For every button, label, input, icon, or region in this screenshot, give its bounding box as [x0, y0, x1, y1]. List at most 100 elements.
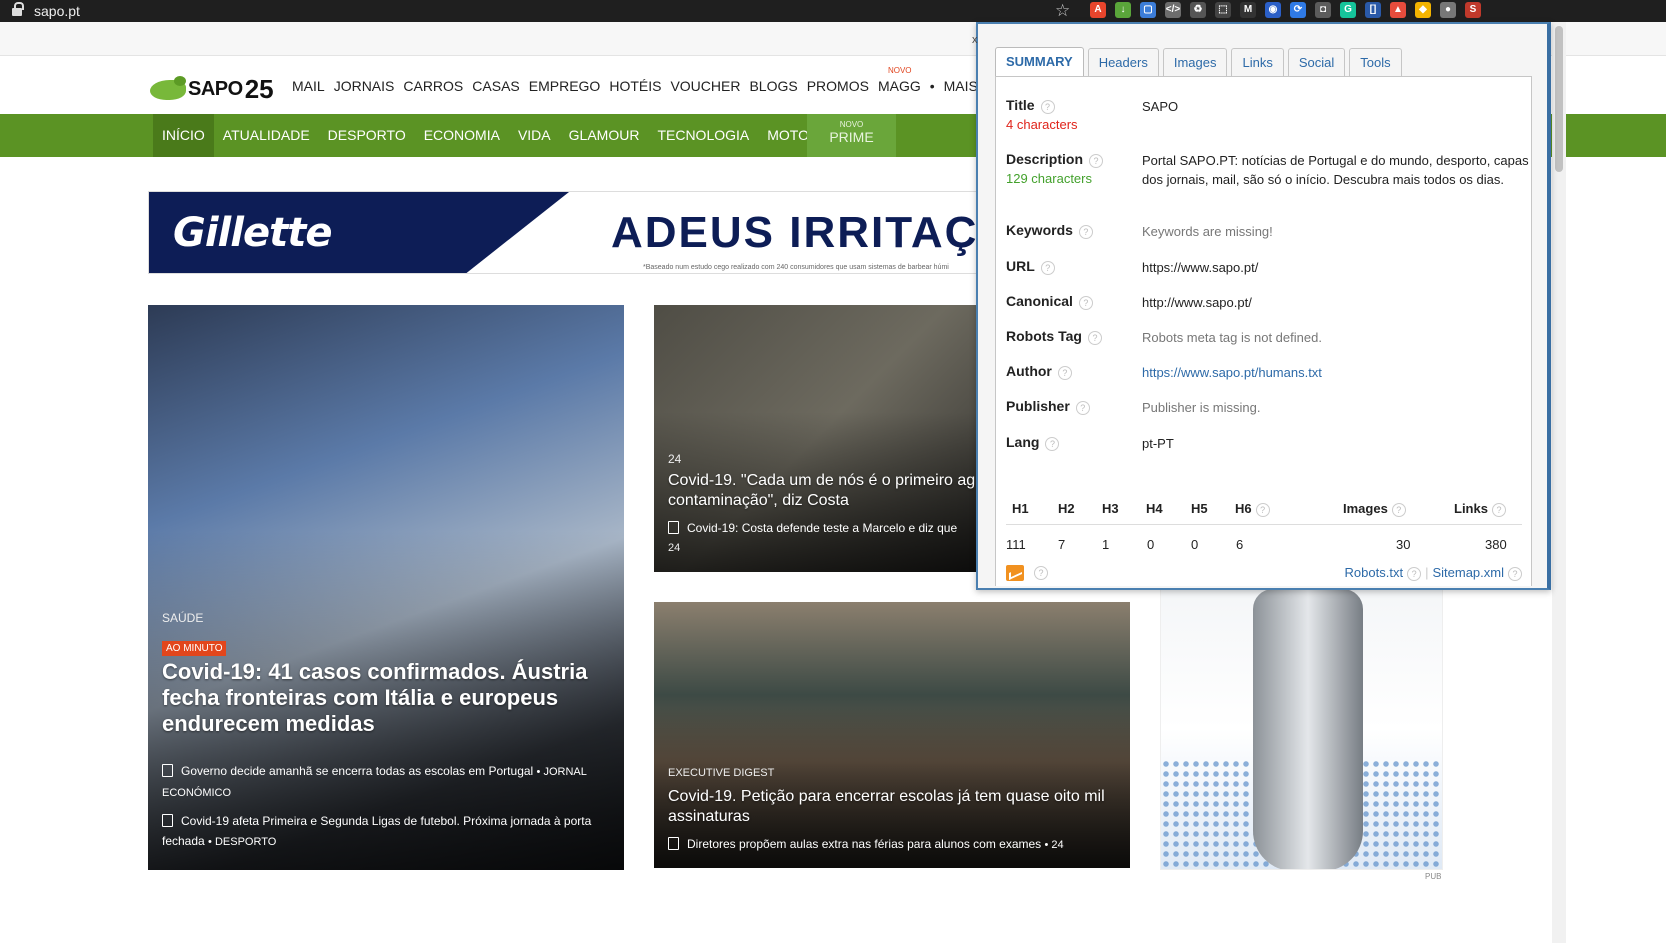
robots-txt-link[interactable]: Robots.txt: [1345, 565, 1404, 580]
summary-content: Title? 4 characters SAPO Description? 12…: [995, 76, 1532, 586]
top-menu: MAIL JORNAIS CARROS CASAS EMPREGO HOTÉIS VOUCH…: [292, 66, 994, 95]
tab-social[interactable]: Social: [1287, 48, 1346, 76]
help-icon[interactable]: ?: [1040, 261, 1055, 275]
window-icon[interactable]: ▢: [1140, 2, 1156, 18]
top-menu-item[interactable]: VOUCHER: [670, 78, 740, 95]
nav-item-tecnologia[interactable]: TECNOLOGIA: [648, 114, 758, 157]
heading-count-h5: 0: [1191, 537, 1199, 552]
third-headline[interactable]: Covid-19. Petição para encerrar escolas …: [668, 787, 1118, 827]
main-news-card[interactable]: SAÚDE AO MINUTO Covid-19: 41 casos confi…: [148, 305, 624, 870]
owl-icon[interactable]: ◉: [1265, 2, 1281, 18]
nav-item-economia[interactable]: ECONOMIA: [415, 114, 509, 157]
description-value: Portal SAPO.PT: notícias de Portugal e d…: [1142, 153, 1529, 187]
top-menu-item[interactable]: EMPREGO: [529, 78, 601, 95]
heading-count-h3: 1: [1102, 537, 1110, 552]
footer-links: Robots.txt? | Sitemap.xml?: [1345, 565, 1522, 581]
nav-item-início[interactable]: INÍCIO: [153, 114, 214, 157]
third-news-card[interactable]: EXECUTIVE DIGEST Covid-19. Petição para …: [654, 602, 1130, 868]
field-label: Description?: [1006, 151, 1104, 168]
tab-tools[interactable]: Tools: [1349, 48, 1402, 76]
nav-item-vida[interactable]: VIDA: [509, 114, 560, 157]
field-label: Author?: [1006, 363, 1072, 380]
heading-col-h1: H1: [1012, 501, 1029, 516]
field-label: Canonical?: [1006, 293, 1093, 310]
sapo-logo[interactable]: SAPO 25: [150, 74, 274, 105]
nav-item-prime[interactable]: NOVO PRIME: [807, 114, 896, 157]
bookmark-star-icon[interactable]: ☆: [1055, 0, 1070, 22]
author-link[interactable]: https://www.sapo.pt/humans.txt: [1142, 363, 1532, 382]
gillette-banner-ad[interactable]: Gillette ADEUS IRRITAÇÃ *Baseado num est…: [148, 191, 978, 274]
help-icon[interactable]: ?: [1034, 566, 1048, 580]
tab-summary[interactable]: SUMMARY: [995, 47, 1084, 78]
drive-icon[interactable]: ◆: [1415, 2, 1431, 18]
help-icon[interactable]: ?: [1040, 100, 1055, 114]
related-link[interactable]: Governo decide amanhã se encerra todas a…: [162, 761, 612, 803]
related-link[interactable]: Covid-19: Costa defende teste a Marcelo …: [668, 518, 976, 538]
recycle-icon[interactable]: ♻: [1190, 2, 1206, 18]
field-canonical: Canonical? http://www.sapo.pt/: [1006, 293, 1526, 313]
razor-image: [1253, 589, 1363, 869]
field-publisher: Publisher? Publisher is missing.: [1006, 398, 1526, 418]
char-count: 4 characters: [1006, 117, 1078, 132]
top-menu-item[interactable]: CASAS: [472, 78, 519, 95]
help-icon[interactable]: ?: [1491, 503, 1506, 517]
sitemap-link[interactable]: Sitemap.xml: [1432, 565, 1504, 580]
card-section: SAÚDE: [162, 611, 204, 625]
related-link[interactable]: Covid-19 afeta Primeira e Segunda Ligas …: [162, 811, 612, 852]
help-icon[interactable]: ?: [1087, 331, 1102, 345]
nav-item-glamour[interactable]: GLAMOUR: [560, 114, 649, 157]
field-lang: Lang? pt-PT: [1006, 434, 1526, 454]
bracket-icon[interactable]: []: [1365, 2, 1381, 18]
help-icon[interactable]: ?: [1508, 567, 1522, 581]
help-icon[interactable]: ?: [1075, 401, 1090, 415]
ad-label: PUB: [1425, 872, 1442, 881]
title-value: SAPO: [1142, 99, 1179, 114]
heading-col-h2: H2: [1058, 501, 1075, 516]
camera-icon[interactable]: ◘: [1315, 2, 1331, 18]
help-icon[interactable]: ?: [1045, 437, 1060, 451]
secondary-headline[interactable]: Covid-19. "Cada um de nós é o primeiro a…: [668, 471, 976, 511]
top-menu-item[interactable]: JORNAIS: [334, 78, 395, 95]
main-headline[interactable]: Covid-19: 41 casos confirmados. Áustria …: [162, 659, 602, 737]
m-icon[interactable]: M: [1240, 2, 1256, 18]
address-bar[interactable]: sapo.pt: [34, 3, 80, 19]
field-label: URL?: [1006, 258, 1055, 275]
lang-value: pt-PT: [1142, 436, 1174, 451]
tab-images[interactable]: Images: [1162, 48, 1228, 76]
rocket-icon[interactable]: ▲: [1390, 2, 1406, 18]
grammarly-icon[interactable]: G: [1340, 2, 1356, 18]
razor-side-ad[interactable]: [1160, 588, 1443, 870]
top-menu-item[interactable]: CARROS: [403, 78, 463, 95]
logo-anniversary: 25: [244, 74, 274, 104]
page-scroll-thumb[interactable]: [1555, 26, 1563, 172]
chart-icon[interactable]: [1006, 565, 1024, 581]
browser-toolbar: sapo.pt ☆ A ↓ ▢ </> ♻ ⬚ M ◉ ⟳ ◘ G [] ▲ ◆ ● S: [0, 0, 1666, 22]
nav-item-desporto[interactable]: DESPORTO: [319, 114, 415, 157]
record-icon[interactable]: ●: [1440, 2, 1456, 18]
help-icon[interactable]: ?: [1089, 154, 1104, 168]
help-icon[interactable]: ?: [1391, 503, 1406, 517]
top-menu-item[interactable]: MAIL: [292, 78, 325, 95]
top-menu-item[interactable]: BLOGS: [749, 78, 797, 95]
top-menu-item[interactable]: PROMOS: [807, 78, 869, 95]
top-menu-item[interactable]: MAGG NOVO: [878, 66, 921, 95]
help-icon[interactable]: ?: [1078, 296, 1093, 310]
acrobat-icon[interactable]: A: [1090, 2, 1106, 18]
top-menu-item[interactable]: HOTÉIS: [609, 78, 661, 95]
heading-count-h4: 0: [1147, 537, 1155, 552]
download-icon[interactable]: ↓: [1115, 2, 1131, 18]
screenshot-icon[interactable]: ⬚: [1215, 2, 1231, 18]
help-icon[interactable]: ?: [1407, 567, 1422, 581]
help-icon[interactable]: ?: [1078, 225, 1093, 239]
close-icon[interactable]: x: [972, 34, 978, 46]
related-link[interactable]: Diretores propõem aulas extra nas férias…: [668, 834, 1118, 855]
tab-headers[interactable]: Headers: [1087, 48, 1159, 76]
help-icon[interactable]: ?: [1057, 366, 1072, 380]
code-icon[interactable]: </>: [1165, 2, 1181, 18]
secondary-news-card[interactable]: 24 Covid-19. "Cada um de nós é o primeir…: [654, 305, 976, 572]
help-icon[interactable]: ?: [1255, 503, 1270, 517]
profile-icon[interactable]: S: [1465, 2, 1481, 18]
sync-icon[interactable]: ⟳: [1290, 2, 1306, 18]
tab-links[interactable]: Links: [1231, 48, 1284, 76]
nav-item-atualidade[interactable]: ATUALIDADE: [214, 114, 319, 157]
